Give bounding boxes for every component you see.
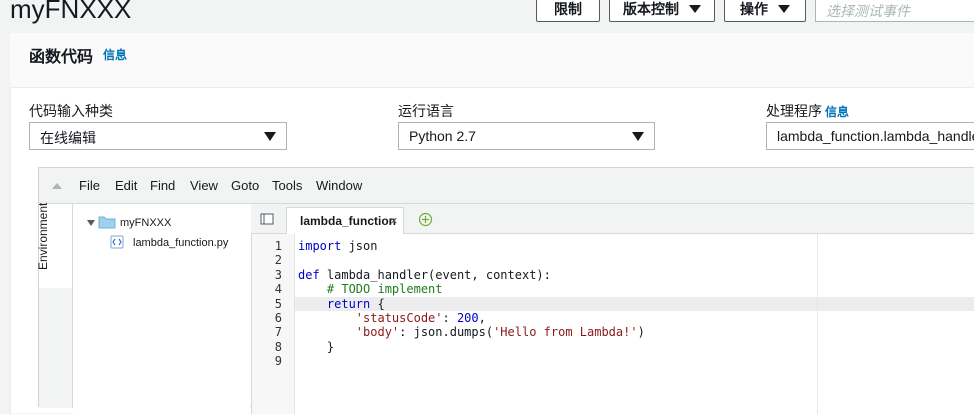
- test-event-select[interactable]: 选择测试事件: [815, 0, 974, 22]
- number: 200: [456, 311, 479, 325]
- line-number: 7: [274, 325, 282, 339]
- actions-button[interactable]: 操作: [724, 0, 806, 22]
- print-margin: [817, 234, 818, 414]
- code-text: }: [326, 340, 335, 354]
- tree-file[interactable]: lambda_function.py: [133, 237, 228, 249]
- line-number: 3: [274, 268, 282, 282]
- string: 'Hello from Lambda!': [493, 325, 638, 339]
- handler-info-link[interactable]: 信息: [825, 103, 849, 120]
- line-number: 5: [274, 297, 282, 311]
- side-strip: [39, 288, 73, 408]
- menu-file[interactable]: File: [79, 178, 100, 193]
- code-text: ): [637, 325, 645, 339]
- line-number: 1: [274, 239, 282, 253]
- code-line-6[interactable]: 'statusCode': 200,: [298, 311, 486, 325]
- code-text: json: [341, 239, 378, 253]
- menu-find[interactable]: Find: [150, 178, 175, 193]
- runtime-label: 运行语言: [398, 103, 454, 119]
- code-entry-type-label: 代码输入种类: [29, 103, 113, 119]
- line-number: 6: [274, 311, 282, 325]
- caret-down-icon: [264, 132, 276, 141]
- string: 'body': [355, 325, 400, 339]
- code-text: {: [370, 297, 385, 311]
- keyword: return: [326, 297, 371, 311]
- tab-close-icon[interactable]: ×: [390, 213, 398, 228]
- expand-triangle-icon[interactable]: [87, 219, 95, 227]
- page-title: myFNXXX: [10, 0, 132, 24]
- keyword: import: [298, 239, 342, 253]
- caret-down-icon: [689, 5, 701, 13]
- panel-info-link[interactable]: 信息: [103, 46, 127, 63]
- panel-title: 函数代码: [29, 49, 94, 66]
- panel-header: [10, 33, 974, 88]
- code-line-5[interactable]: return {: [298, 297, 385, 311]
- collapse-arrow-icon[interactable]: [51, 182, 63, 190]
- line-number: 4: [274, 282, 282, 296]
- caret-down-icon: [778, 5, 790, 13]
- tab-list-icon[interactable]: [260, 213, 274, 225]
- menu-window[interactable]: Window: [316, 178, 362, 193]
- code-line-7[interactable]: 'body': json.dumps('Hello from Lambda!'): [298, 325, 645, 339]
- python-file-icon: [110, 235, 124, 249]
- line-number: 2: [274, 253, 282, 267]
- menu-tools[interactable]: Tools: [272, 178, 302, 193]
- handler-label: 处理程序: [766, 103, 822, 119]
- menu-edit[interactable]: Edit: [115, 178, 137, 193]
- tree-folder[interactable]: myFNXXX: [120, 217, 171, 229]
- handler-input[interactable]: lambda_function.lambda_handler: [766, 122, 974, 150]
- active-line-highlight: [295, 297, 974, 311]
- line-number: 9: [274, 354, 282, 368]
- code-text: :: [442, 311, 457, 325]
- throttle-button[interactable]: 限制: [536, 0, 600, 22]
- menu-goto[interactable]: Goto: [231, 178, 259, 193]
- version-control-label: 版本控制: [623, 1, 679, 17]
- code-line-4[interactable]: # TODO implement: [298, 282, 443, 296]
- file-tree: [73, 204, 250, 414]
- code-entry-type-value: 在线编辑: [40, 130, 96, 146]
- runtime-value: Python 2.7: [409, 128, 476, 144]
- code-line-3[interactable]: def lambda_handler(event, context):: [298, 268, 551, 282]
- handler-value: lambda_function.lambda_handler: [777, 128, 974, 144]
- runtime-select[interactable]: Python 2.7: [398, 122, 655, 150]
- version-control-button[interactable]: 版本控制: [609, 0, 715, 22]
- line-number: 8: [274, 340, 282, 354]
- code-text: lambda_handler(event, context):: [319, 268, 551, 282]
- code-text: ,: [478, 311, 486, 325]
- code-text: : json.dumps(: [399, 325, 494, 339]
- code-entry-type-select[interactable]: 在线编辑: [29, 122, 287, 150]
- throttle-button-label: 限制: [554, 1, 582, 17]
- test-event-placeholder: 选择测试事件: [826, 3, 910, 19]
- caret-down-icon: [632, 132, 644, 141]
- string: 'statusCode': [355, 311, 443, 325]
- folder-icon: [98, 216, 116, 229]
- environment-label: Environment: [36, 202, 50, 270]
- keyword: def: [298, 268, 320, 282]
- ide-menubar: [39, 168, 974, 204]
- actions-label: 操作: [740, 1, 768, 17]
- code-line-8[interactable]: }: [298, 340, 334, 354]
- tab-label: lambda_function: [300, 214, 397, 228]
- add-tab-icon[interactable]: [418, 212, 433, 227]
- code-line-1[interactable]: import json: [298, 239, 377, 253]
- comment: # TODO implement: [326, 282, 443, 296]
- menu-view[interactable]: View: [190, 178, 218, 193]
